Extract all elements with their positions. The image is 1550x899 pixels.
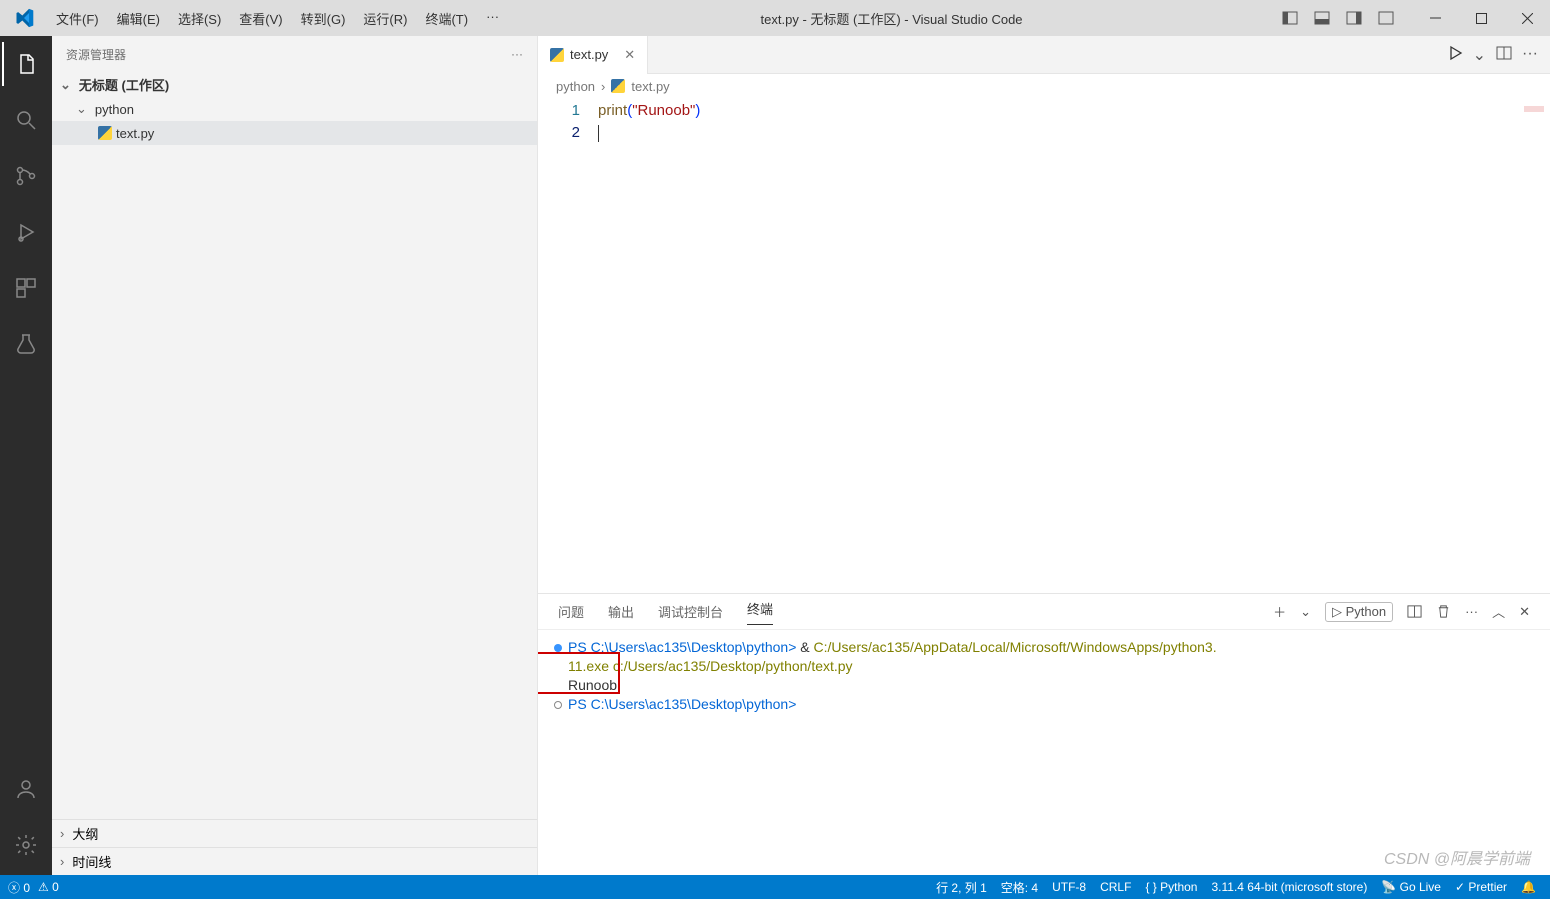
python-file-icon <box>550 48 564 62</box>
status-go-live[interactable]: 📡 Go Live <box>1381 880 1441 894</box>
status-prettier[interactable]: ✓ Prettier <box>1455 880 1507 894</box>
layout-primary-sidebar-icon[interactable] <box>1276 4 1304 32</box>
terminal-body[interactable]: PS C:\Users\ac135\Desktop\python> & C:/U… <box>538 630 1550 875</box>
customize-layout-icon[interactable] <box>1372 4 1400 32</box>
status-interpreter[interactable]: 3.11.4 64-bit (microsoft store) <box>1211 880 1367 894</box>
menu-view[interactable]: 查看(V) <box>231 5 290 32</box>
vscode-logo-icon <box>0 8 48 28</box>
menu-file[interactable]: 文件(F) <box>48 5 107 32</box>
run-dropdown-icon[interactable]: ⌄ <box>1473 45 1486 65</box>
settings-gear-icon[interactable] <box>2 823 50 867</box>
menu-run[interactable]: 运行(R) <box>355 5 415 32</box>
folder-python[interactable]: python <box>52 97 537 121</box>
activity-bar <box>0 36 52 875</box>
panel-tab-output[interactable]: 输出 <box>608 602 634 621</box>
status-notifications-icon[interactable]: 🔔 <box>1521 880 1536 894</box>
terminal-shell-label[interactable]: ▷ Python <box>1325 602 1393 622</box>
terminal-output-runoob: Runoob <box>554 676 1534 695</box>
editor-area: text.py ✕ ⌄ ··· python› text.py 1 2 <box>538 36 1550 875</box>
panel-tab-problems[interactable]: 问题 <box>558 602 584 621</box>
explorer-icon[interactable] <box>2 42 50 86</box>
new-terminal-icon[interactable]: ＋ <box>1273 602 1286 621</box>
panel-tab-debug-console[interactable]: 调试控制台 <box>658 602 723 621</box>
split-editor-icon[interactable] <box>1496 45 1512 65</box>
active-terminal-dot-icon <box>554 644 562 652</box>
panel-more-icon[interactable]: ··· <box>1465 604 1478 619</box>
status-language[interactable]: { } Python <box>1145 880 1197 894</box>
menu-terminal[interactable]: 终端(T) <box>417 5 476 32</box>
status-cursor-position[interactable]: 行 2, 列 1 <box>936 879 987 896</box>
window-minimize[interactable] <box>1412 0 1458 36</box>
menu-edit[interactable]: 编辑(E) <box>109 5 168 32</box>
sidebar-more-icon[interactable]: ··· <box>511 47 523 61</box>
layout-secondary-sidebar-icon[interactable] <box>1340 4 1368 32</box>
menu-go[interactable]: 转到(G) <box>293 5 354 32</box>
code-line-2[interactable] <box>598 122 1550 144</box>
window-maximize[interactable] <box>1458 0 1504 36</box>
code-line-1[interactable]: print("Runoob") <box>598 100 1550 122</box>
highlight-box <box>538 652 620 694</box>
sidebar-title: 资源管理器 <box>66 46 126 63</box>
panel-tab-terminal[interactable]: 终端 <box>747 599 773 625</box>
explorer-sidebar: 资源管理器 ··· 无标题 (工作区) python text.py 大纲 时间… <box>52 36 538 875</box>
status-warnings[interactable]: ⚠ 0 <box>38 880 59 894</box>
run-file-icon[interactable] <box>1447 45 1463 65</box>
main-body: 资源管理器 ··· 无标题 (工作区) python text.py 大纲 时间… <box>0 36 1550 875</box>
extensions-icon[interactable] <box>2 266 50 310</box>
menu-selection[interactable]: 选择(S) <box>170 5 229 32</box>
tab-label: text.py <box>570 47 608 62</box>
terminal-dropdown-icon[interactable]: ⌄ <box>1300 604 1311 620</box>
python-file-icon <box>98 126 112 140</box>
idle-terminal-dot-icon <box>554 701 562 709</box>
status-errors[interactable]: ⓧ 0 <box>8 879 30 896</box>
editor-tabs: text.py ✕ ⌄ ··· <box>538 36 1550 74</box>
titlebar: 文件(F) 编辑(E) 选择(S) 查看(V) 转到(G) 运行(R) 终端(T… <box>0 0 1550 36</box>
split-terminal-icon[interactable] <box>1407 604 1422 619</box>
bottom-panel: 问题 输出 调试控制台 终端 ＋ ⌄ ▷ Python ··· ︿ ✕ <box>538 593 1550 875</box>
tab-text-py[interactable]: text.py ✕ <box>538 36 648 74</box>
window-close[interactable] <box>1504 0 1550 36</box>
breadcrumb[interactable]: python› text.py <box>538 74 1550 98</box>
panel-maximize-icon[interactable]: ︿ <box>1492 602 1505 621</box>
run-debug-icon[interactable] <box>2 210 50 254</box>
layout-panel-icon[interactable] <box>1308 4 1336 32</box>
menu-more[interactable]: ··· <box>478 5 507 32</box>
workspace-section[interactable]: 无标题 (工作区) <box>52 72 537 97</box>
status-indent[interactable]: 空格: 4 <box>1001 879 1038 896</box>
kill-terminal-icon[interactable] <box>1436 604 1451 619</box>
search-icon[interactable] <box>2 98 50 142</box>
panel-close-icon[interactable]: ✕ <box>1519 604 1530 620</box>
tab-close-icon[interactable]: ✕ <box>624 47 635 63</box>
python-file-icon <box>611 79 625 93</box>
timeline-section[interactable]: 时间线 <box>52 847 537 875</box>
file-text-py[interactable]: text.py <box>52 121 537 145</box>
status-bar: ⓧ 0 ⚠ 0 行 2, 列 1 空格: 4 UTF-8 CRLF { } Py… <box>0 875 1550 899</box>
accounts-icon[interactable] <box>2 767 50 811</box>
editor-more-icon[interactable]: ··· <box>1522 45 1538 65</box>
testing-icon[interactable] <box>2 322 50 366</box>
status-encoding[interactable]: UTF-8 <box>1052 880 1086 894</box>
code-editor[interactable]: 1 2 print("Runoob") <box>538 98 1550 593</box>
menu-bar: 文件(F) 编辑(E) 选择(S) 查看(V) 转到(G) 运行(R) 终端(T… <box>48 5 507 32</box>
window-title: text.py - 无标题 (工作区) - Visual Studio Code <box>507 9 1276 28</box>
outline-section[interactable]: 大纲 <box>52 819 537 847</box>
source-control-icon[interactable] <box>2 154 50 198</box>
status-eol[interactable]: CRLF <box>1100 880 1131 894</box>
minimap[interactable] <box>1524 106 1544 112</box>
line-gutter: 1 2 <box>538 98 598 593</box>
